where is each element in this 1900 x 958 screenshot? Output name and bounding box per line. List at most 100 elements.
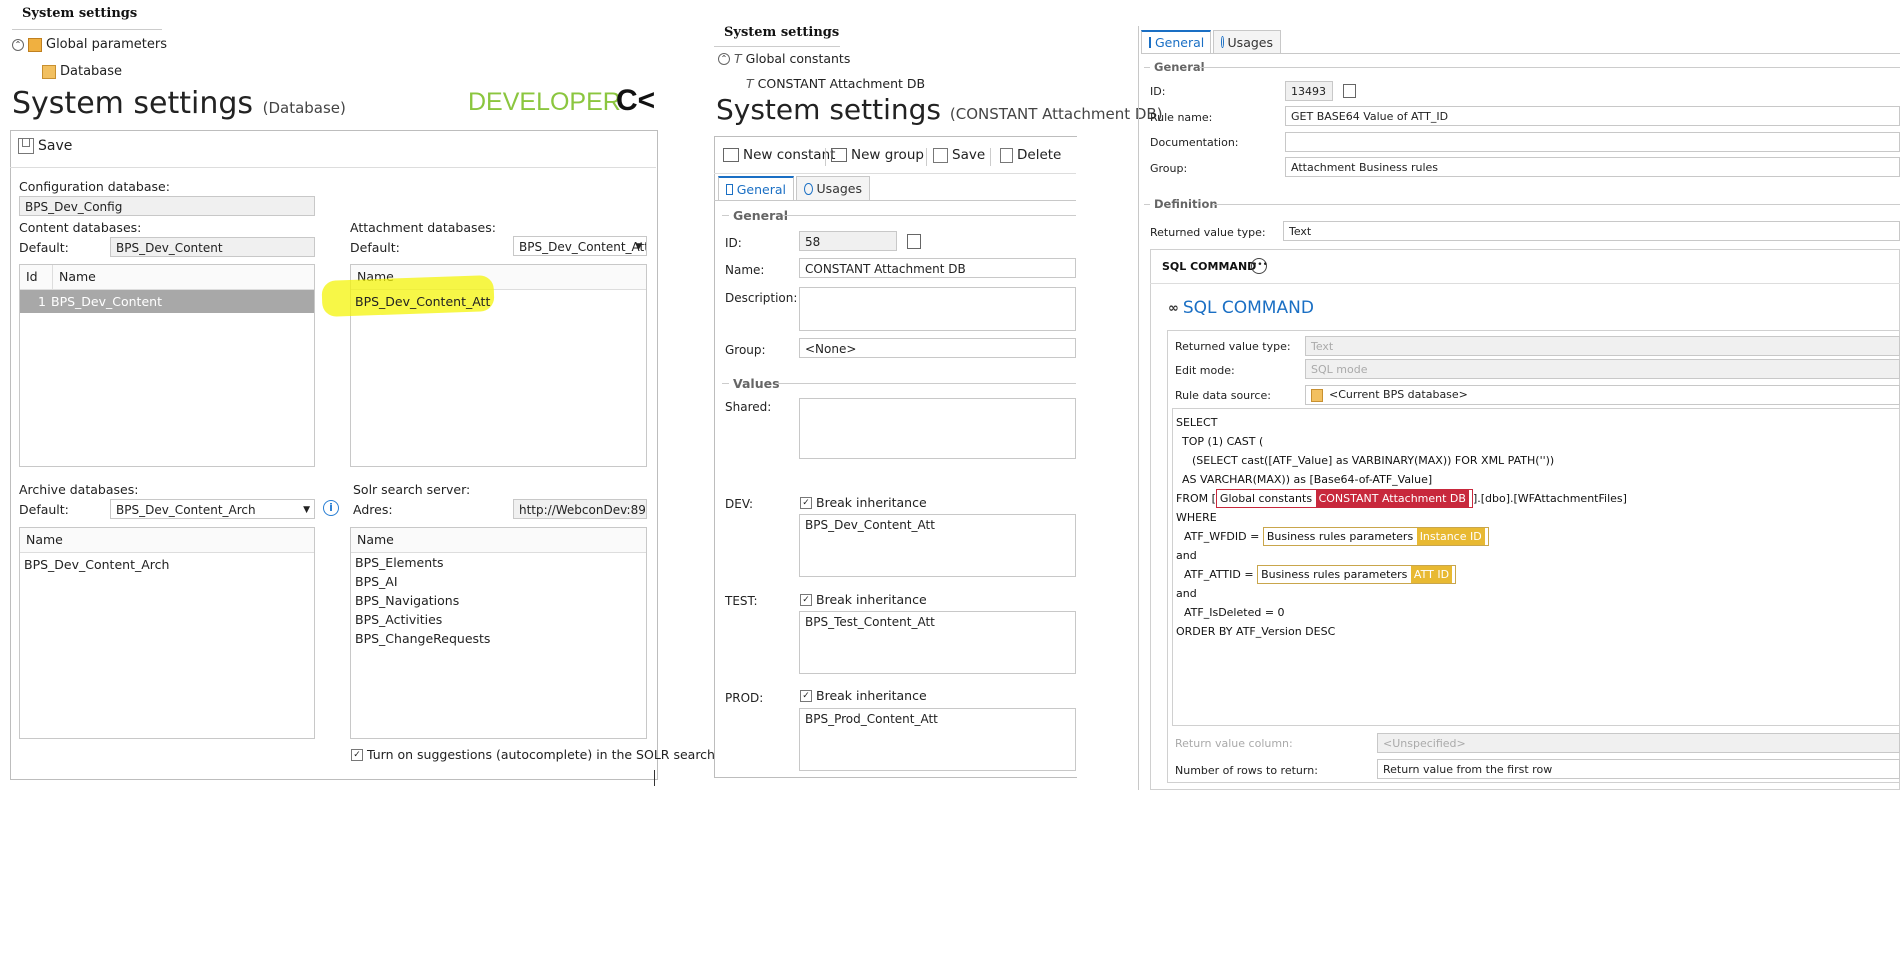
rows-to-return-field[interactable]: Return value from the first row bbox=[1377, 759, 1900, 779]
shared-field[interactable] bbox=[799, 398, 1076, 459]
tree-item-label: CONSTANT Attachment DB bbox=[757, 76, 926, 91]
collapse-icon[interactable]: ⌃ bbox=[12, 38, 24, 51]
list-item[interactable]: BPS_Dev_Content_Arch bbox=[20, 553, 314, 576]
table-row[interactable]: 1 BPS_Dev_Content bbox=[20, 290, 314, 313]
tree-item-database[interactable]: Database bbox=[42, 64, 122, 79]
solr-addr-field[interactable]: http://WebconDev:8983/s bbox=[513, 499, 647, 519]
tree-item-global-constants[interactable]: ⌃ T Global constants bbox=[718, 51, 850, 66]
group-field[interactable]: <None> bbox=[799, 338, 1076, 358]
rule-name-field[interactable]: GET BASE64 Value of ATT_ID bbox=[1285, 106, 1900, 126]
name-field[interactable]: CONSTANT Attachment DB bbox=[799, 258, 1076, 278]
parameter-tag[interactable]: Business rules parameters ATT ID bbox=[1257, 565, 1457, 584]
description-field[interactable] bbox=[799, 287, 1076, 331]
divider bbox=[783, 215, 1076, 216]
page-subtitle: (Database) bbox=[262, 99, 346, 117]
section-definition: Definition bbox=[1154, 197, 1218, 211]
global-constants-tag[interactable]: Global constants CONSTANT Attachment DB bbox=[1215, 489, 1473, 508]
checkbox-label: Break inheritance bbox=[816, 495, 927, 510]
col-id[interactable]: Id bbox=[26, 265, 53, 289]
tag-value: Instance ID bbox=[1416, 528, 1485, 545]
attach-default-label: Default: bbox=[350, 240, 400, 255]
tab-usages[interactable]: Usages bbox=[796, 176, 870, 200]
new-group-button[interactable]: New group bbox=[831, 147, 924, 163]
prod-break-checkbox[interactable]: ✓ Break inheritance bbox=[800, 688, 927, 703]
code-line: SELECT bbox=[1176, 416, 1218, 429]
usages-icon bbox=[804, 182, 813, 195]
group-field[interactable]: Attachment Business rules bbox=[1285, 157, 1900, 177]
config-field[interactable]: BPS_Dev_Config bbox=[19, 196, 315, 216]
code-line: and bbox=[1176, 549, 1197, 562]
copy-id-icon[interactable] bbox=[907, 234, 921, 249]
edit-mode-label: Edit mode: bbox=[1175, 364, 1235, 377]
config-label: Configuration database: bbox=[19, 179, 170, 194]
archive-label: Archive databases: bbox=[19, 482, 139, 497]
documentation-field[interactable] bbox=[1285, 132, 1900, 152]
list-item[interactable]: BPS_Navigations bbox=[351, 591, 646, 610]
name-label: Name: bbox=[725, 263, 765, 277]
archive-list: Name BPS_Dev_Content_Arch bbox=[19, 527, 315, 739]
brand-text: DEVELOPER bbox=[468, 88, 621, 116]
code-line: ATF_ATTID = Business rules parameters AT… bbox=[1176, 565, 1896, 584]
checkbox-icon[interactable]: ✓ bbox=[351, 748, 363, 761]
checkbox-icon[interactable]: ✓ bbox=[800, 593, 812, 606]
content-default-field[interactable]: BPS_Dev_Content bbox=[110, 237, 315, 257]
more-options-icon[interactable]: ••• bbox=[1251, 258, 1268, 274]
attach-default-select[interactable]: BPS_Dev_Content_Att ▼ bbox=[513, 236, 647, 256]
copy-id-icon[interactable] bbox=[1343, 84, 1356, 98]
test-break-checkbox[interactable]: ✓ Break inheritance bbox=[800, 592, 927, 607]
list-header[interactable]: Name bbox=[351, 528, 646, 553]
tab-general[interactable]: General bbox=[1141, 30, 1211, 53]
prod-value-field[interactable]: BPS_Prod_Content_Att bbox=[799, 708, 1076, 771]
section-general: General bbox=[1154, 60, 1205, 74]
col-name[interactable]: Name bbox=[53, 265, 96, 289]
solr-suggest-checkbox[interactable]: ✓ Turn on suggestions (autocomplete) in … bbox=[351, 747, 715, 762]
chevron-down-icon: ▼ bbox=[635, 242, 642, 252]
tree-header: System settings bbox=[22, 6, 138, 21]
divider bbox=[1212, 204, 1900, 205]
checkbox-label: Turn on suggestions (autocomplete) in th… bbox=[367, 747, 715, 762]
delete-button[interactable]: Delete bbox=[1000, 147, 1061, 163]
inner-returned-type-field: Text bbox=[1305, 336, 1900, 356]
archive-default-label: Default: bbox=[19, 502, 69, 517]
env-dev-label: DEV: bbox=[725, 497, 754, 511]
archive-default-select[interactable]: BPS_Dev_Content_Arch ▼ bbox=[110, 499, 315, 519]
save-button[interactable]: Save bbox=[18, 138, 72, 154]
dev-break-checkbox[interactable]: ✓ Break inheritance bbox=[800, 495, 927, 510]
list-item[interactable]: BPS_Activities bbox=[351, 610, 646, 629]
tag-value: CONSTANT Attachment DB bbox=[1315, 490, 1469, 507]
tree-header: System settings bbox=[724, 25, 840, 40]
code-line: and bbox=[1176, 587, 1197, 600]
select-value: BPS_Dev_Content_Arch bbox=[116, 503, 256, 517]
data-source-field[interactable]: <Current BPS database> bbox=[1305, 385, 1900, 405]
page-title: System settings (CONSTANT Attachment DB) bbox=[716, 93, 1163, 126]
brand-logo: C< bbox=[616, 84, 656, 117]
new-constant-button[interactable]: New constant bbox=[723, 147, 835, 163]
item-label: BPS_Dev_Content_Att bbox=[355, 294, 491, 309]
database-icon bbox=[1311, 388, 1323, 402]
tab-general[interactable]: General bbox=[718, 176, 794, 200]
list-item[interactable]: BPS_ChangeRequests bbox=[351, 629, 646, 648]
code-text: FROM [ bbox=[1176, 492, 1216, 505]
tree-item-global-parameters[interactable]: ⌃ Global parameters bbox=[12, 37, 167, 52]
list-item[interactable]: BPS_Elements bbox=[351, 553, 646, 572]
content-default-label: Default: bbox=[19, 240, 69, 255]
tab-usages[interactable]: Usages bbox=[1213, 30, 1281, 53]
save-button[interactable]: Save bbox=[933, 147, 985, 163]
collapse-icon[interactable]: ⌃ bbox=[718, 52, 730, 65]
returned-type-field[interactable]: Text bbox=[1283, 221, 1900, 241]
checkbox-icon[interactable]: ✓ bbox=[800, 496, 812, 509]
list-header[interactable]: Name bbox=[20, 528, 314, 553]
list-item[interactable]: BPS_AI bbox=[351, 572, 646, 591]
tree-item-constant[interactable]: T CONSTANT Attachment DB bbox=[746, 76, 925, 91]
parameter-tag[interactable]: Business rules parameters Instance ID bbox=[1262, 527, 1489, 546]
info-icon[interactable]: i bbox=[323, 500, 339, 516]
test-value-field[interactable]: BPS_Test_Content_Att bbox=[799, 611, 1076, 674]
constant-icon: T bbox=[734, 51, 742, 66]
checkbox-icon[interactable]: ✓ bbox=[800, 689, 812, 702]
new-constant-icon bbox=[723, 148, 739, 162]
dev-value-field[interactable]: BPS_Dev_Content_Att bbox=[799, 514, 1076, 577]
section-general: General bbox=[733, 208, 788, 223]
tab-divider bbox=[1141, 53, 1900, 54]
save-icon bbox=[18, 138, 34, 154]
solr-list: Name BPS_Elements BPS_AI BPS_Navigations… bbox=[350, 527, 647, 739]
